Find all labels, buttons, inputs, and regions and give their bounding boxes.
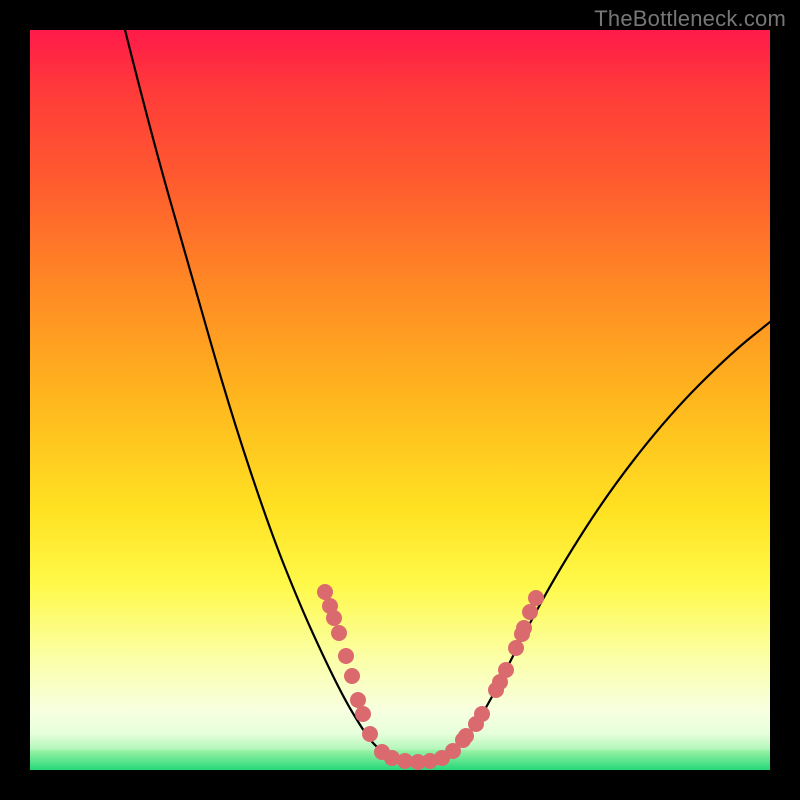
marker-dot bbox=[498, 662, 514, 678]
marker-group bbox=[317, 584, 544, 770]
marker-dot bbox=[474, 706, 490, 722]
marker-dot bbox=[344, 668, 360, 684]
attribution-label: TheBottleneck.com bbox=[594, 6, 786, 32]
marker-dot bbox=[317, 584, 333, 600]
marker-dot bbox=[508, 640, 524, 656]
marker-dot bbox=[528, 590, 544, 606]
marker-dot bbox=[516, 620, 532, 636]
marker-dot bbox=[331, 625, 347, 641]
marker-dot bbox=[522, 604, 538, 620]
curve-left bbox=[120, 30, 392, 758]
marker-dot bbox=[326, 610, 342, 626]
marker-dot bbox=[362, 726, 378, 742]
bottleneck-curve bbox=[30, 30, 770, 770]
marker-dot bbox=[338, 648, 354, 664]
chart-stage: TheBottleneck.com bbox=[0, 0, 800, 800]
plot-area bbox=[30, 30, 770, 770]
marker-dot bbox=[350, 692, 366, 708]
marker-dot bbox=[355, 706, 371, 722]
